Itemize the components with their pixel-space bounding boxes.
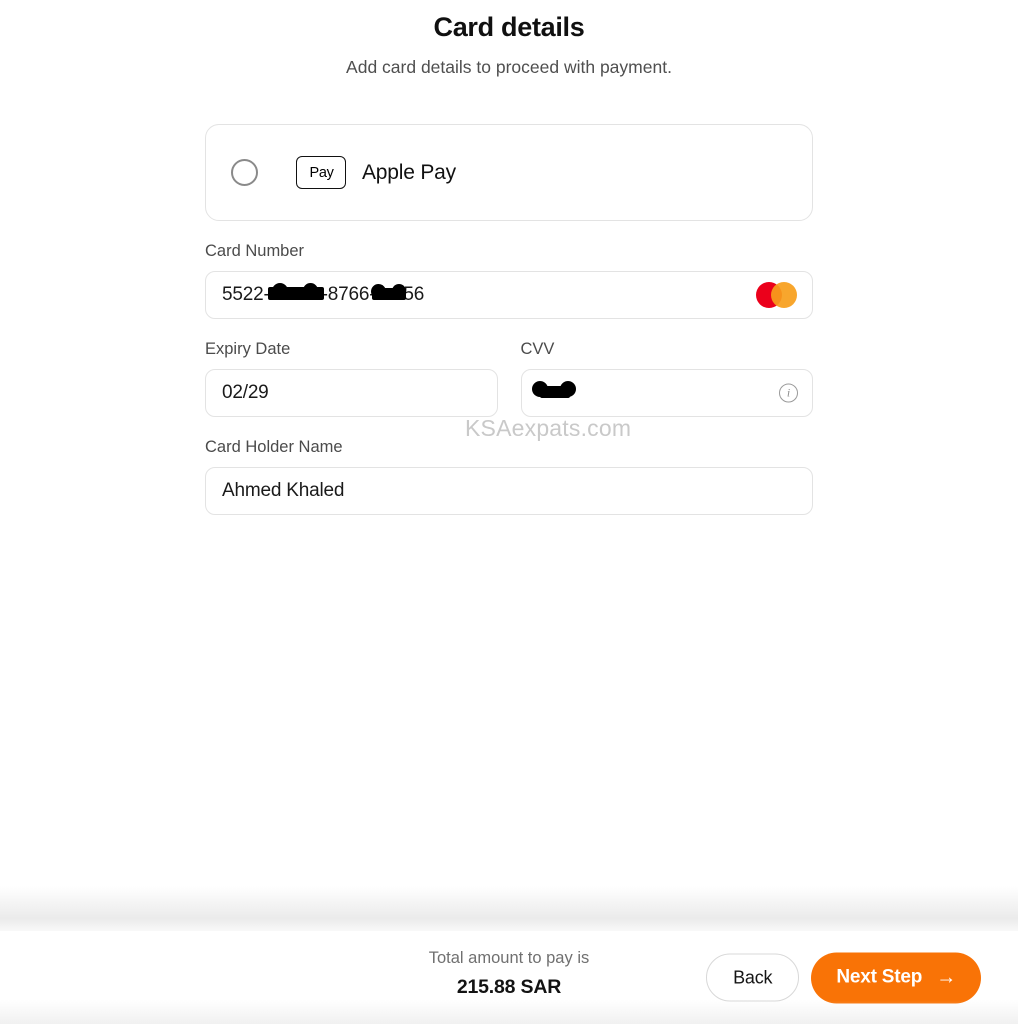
card-holder-name-field: Card Holder Name Ahmed Khaled — [205, 437, 813, 515]
next-step-button[interactable]: Next Step → — [811, 952, 981, 1003]
expiry-input[interactable]: 02/29 — [205, 369, 498, 417]
apple-pay-logo-icon: Pay — [296, 156, 346, 189]
page-header: Card details Add card details to proceed… — [0, 0, 1018, 79]
card-number-prefix: 5522- — [222, 284, 270, 305]
card-number-redaction-1 — [267, 283, 324, 301]
card-number-field: Card Number 5522- -8766- 56 — [205, 241, 813, 319]
apple-pay-option[interactable]: Pay Apple Pay — [205, 124, 813, 221]
card-form: Pay Apple Pay Card Number 5522- -8766- 56 … — [205, 79, 813, 515]
card-number-suffix: 56 — [403, 284, 425, 305]
back-button[interactable]: Back — [706, 953, 800, 1002]
cvv-label: CVV — [520, 340, 555, 358]
cvv-redaction — [531, 380, 576, 398]
card-number-redaction-2 — [371, 283, 407, 300]
apple-pay-radio[interactable] — [231, 159, 258, 186]
card-number-value: 5522- -8766- 56 — [222, 283, 425, 306]
next-step-label: Next Step — [836, 966, 923, 988]
cvv-column: CVV i — [520, 339, 813, 417]
arrow-right-icon: → — [936, 966, 956, 989]
card-number-input[interactable]: 5522- -8766- 56 — [205, 271, 813, 319]
expiry-value: 02/29 — [222, 382, 269, 403]
footer-fade-overlay — [0, 886, 1018, 931]
expiry-column: Expiry Date 02/29 — [205, 339, 498, 417]
card-holder-name-label: Card Holder Name — [205, 438, 343, 456]
expiry-cvv-row: Expiry Date 02/29 CVV i — [205, 339, 813, 417]
apple-pay-label: Apple Pay — [362, 160, 456, 184]
expiry-field: Expiry Date 02/29 — [205, 339, 498, 417]
cvv-value — [531, 380, 576, 404]
footer-bar: Total amount to pay is 215.88 SAR Back N… — [0, 931, 1018, 1024]
page-title: Card details — [433, 12, 585, 42]
mastercard-orange-circle — [771, 282, 797, 308]
cvv-input[interactable]: i — [520, 369, 813, 417]
cvv-field: CVV i — [520, 339, 813, 417]
cvv-info-icon[interactable]: i — [779, 383, 798, 403]
card-details-screen: Card details Add card details to proceed… — [0, 0, 1018, 1024]
card-number-label: Card Number — [205, 242, 305, 260]
card-number-middle: -8766- — [321, 284, 376, 305]
expiry-label: Expiry Date — [205, 340, 291, 358]
footer-actions: Back Next Step → — [706, 952, 981, 1003]
mastercard-icon — [756, 282, 797, 308]
apple-pay-badge-text: Pay — [309, 164, 334, 181]
card-holder-name-value: Ahmed Khaled — [222, 480, 345, 501]
page-subtitle: Add card details to proceed with payment… — [346, 57, 672, 77]
card-holder-name-input[interactable]: Ahmed Khaled — [205, 467, 813, 515]
